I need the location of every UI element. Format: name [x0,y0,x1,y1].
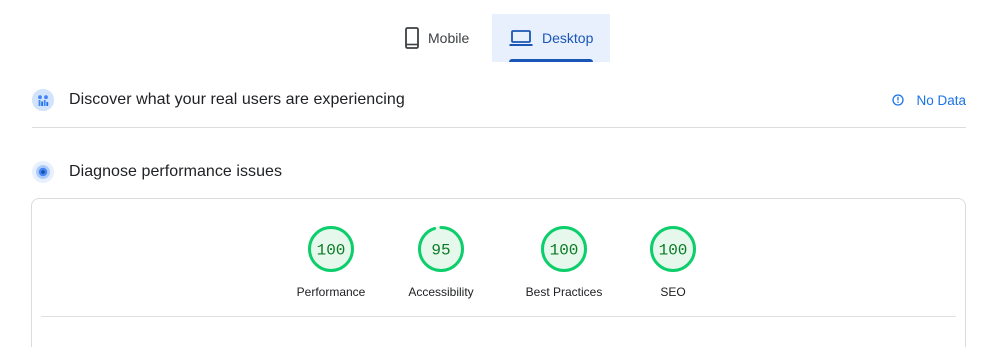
score-value: 100 [659,242,688,260]
score-label: Accessibility [408,285,474,299]
score-ring: 95 [418,226,464,272]
card-divider [41,316,956,317]
section-divider [32,127,966,128]
score-label: SEO [660,285,686,299]
score-gauge-seo[interactable]: 100 SEO [618,224,728,299]
score-label: Performance [296,285,366,299]
score-value: 100 [317,242,346,260]
tab-mobile[interactable]: Mobile [388,14,492,62]
lab-data-title: Diagnose performance issues [69,163,283,180]
no-data-label: No Data [916,92,966,108]
score-ring: 100 [650,226,696,272]
score-ring: 100 [308,226,354,272]
lighthouse-gauge-icon [32,161,54,183]
score-gauge-accessibility[interactable]: 95 Accessibility [386,224,496,299]
smartphone-icon [405,27,419,49]
score-ring: 100 [541,226,587,272]
no-data-status[interactable]: No Data [892,93,966,108]
score-label: Best Practices [525,285,603,299]
score-value: 95 [431,242,450,260]
tab-desktop-label: Desktop [542,30,594,46]
score-gauge-performance[interactable]: 100 Performance [276,224,386,299]
lab-data-header: Diagnose performance issues [32,158,966,186]
score-gauge-best-practices[interactable]: 100 Best Practices [509,224,619,299]
field-data-title: Discover what your real users are experi… [69,91,405,108]
tab-desktop[interactable]: Desktop [492,14,610,62]
crux-users-icon [32,89,54,111]
field-data-header[interactable]: Discover what your real users are experi… [32,86,966,114]
form-factor-tabs: Mobile Desktop [388,14,610,62]
score-value: 100 [550,242,579,260]
scores-card: 100 Performance 95 Accessibility 100 Bes… [31,198,966,347]
laptop-icon [509,29,533,47]
info-icon [892,94,905,106]
tab-mobile-label: Mobile [428,30,470,46]
